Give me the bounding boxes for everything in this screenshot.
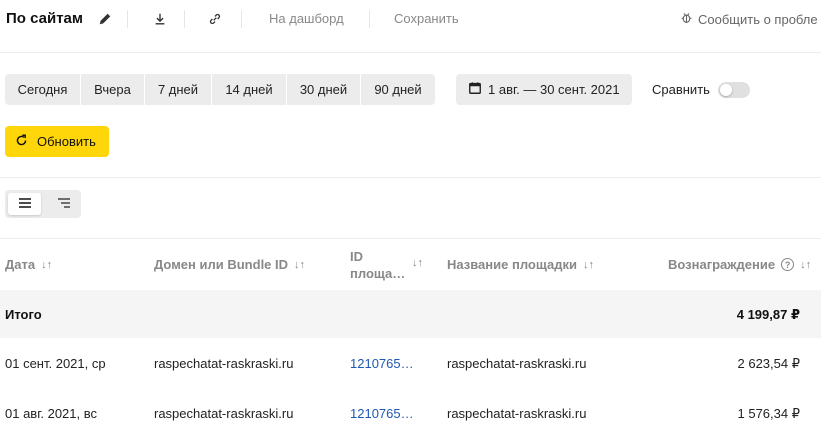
period-14-days-button[interactable]: 14 дней — [212, 74, 287, 105]
sort-icon: ↓↑ — [294, 258, 306, 271]
cell-name: raspechatat-raskraski.ru — [447, 356, 587, 371]
period-30-days-button[interactable]: 30 дней — [287, 74, 361, 105]
table-total-row: Итого 4 199,87 ₽ — [0, 290, 821, 338]
cell-domain: raspechatat-raskraski.ru — [154, 406, 294, 421]
column-header-name[interactable]: Название площадки ↓↑ — [447, 257, 594, 272]
total-reward: 4 199,87 ₽ — [736, 307, 800, 322]
save-button[interactable]: Сохранить — [394, 11, 459, 26]
divider — [0, 238, 821, 239]
sort-icon: ↓↑ — [800, 258, 812, 271]
compare-label: Сравнить — [652, 82, 710, 97]
column-header-reward[interactable]: Вознаграждение ? ↓↑ — [668, 257, 811, 272]
divider — [0, 52, 821, 53]
page-title: По сайтам — [6, 10, 83, 27]
divider — [127, 10, 128, 28]
period-90-days-button[interactable]: 90 дней — [361, 74, 435, 105]
download-icon[interactable] — [152, 11, 168, 27]
date-range-picker[interactable]: 1 авг. — 30 сент. 2021 — [456, 74, 632, 105]
sort-icon: ↓↑ — [582, 258, 594, 271]
cell-date: 01 сент. 2021, ср — [5, 356, 106, 371]
refresh-button[interactable]: Обновить — [5, 126, 109, 157]
sort-icon: ↓↑ — [41, 258, 53, 271]
dashboard-link[interactable]: На дашборд — [269, 11, 344, 26]
toggle-knob — [720, 84, 732, 96]
column-header-id[interactable]: ID площа… — [350, 248, 405, 282]
period-selector: Сегодня Вчера 7 дней 14 дней 30 дней 90 … — [5, 74, 435, 105]
report-problem-button[interactable]: Сообщить о пробле — [680, 11, 818, 27]
help-icon[interactable]: ? — [781, 258, 795, 271]
divider — [184, 10, 185, 28]
divider — [369, 10, 370, 28]
cell-reward: 1 576,34 ₽ — [737, 406, 801, 421]
sort-icon[interactable]: ↓↑ — [412, 257, 423, 269]
period-7-days-button[interactable]: 7 дней — [145, 74, 212, 105]
column-header-domain[interactable]: Домен или Bundle ID ↓↑ — [154, 257, 305, 272]
column-header-date[interactable]: Дата ↓↑ — [5, 257, 52, 272]
calendar-icon — [468, 81, 482, 98]
cell-reward: 2 623,54 ₽ — [737, 356, 801, 371]
tree-view-button[interactable] — [47, 193, 80, 215]
total-label: Итого — [5, 307, 42, 322]
list-view-button[interactable] — [8, 193, 41, 215]
cell-date: 01 авг. 2021, вс — [5, 406, 97, 421]
edit-pencil-icon[interactable] — [97, 11, 113, 27]
bug-icon — [680, 11, 693, 27]
report-problem-label: Сообщить о пробле — [698, 11, 818, 27]
link-icon[interactable] — [207, 11, 223, 27]
period-today-button[interactable]: Сегодня — [5, 74, 81, 105]
cell-name: raspechatat-raskraski.ru — [447, 406, 587, 421]
refresh-label: Обновить — [37, 134, 96, 149]
compare-toggle[interactable] — [718, 82, 750, 98]
divider — [241, 10, 242, 28]
date-range-label: 1 авг. — 30 сент. 2021 — [488, 82, 620, 97]
top-bar: По сайтам На дашборд Сохранить Сообщить … — [0, 0, 821, 38]
cell-domain: raspechatat-raskraski.ru — [154, 356, 294, 371]
divider — [0, 177, 821, 178]
refresh-icon — [15, 133, 28, 150]
period-yesterday-button[interactable]: Вчера — [81, 74, 145, 105]
cell-id-link[interactable]: 1210765… — [350, 406, 414, 421]
list-icon — [18, 197, 32, 212]
tree-list-icon — [57, 197, 71, 212]
view-switcher — [5, 190, 81, 218]
cell-id-link[interactable]: 1210765… — [350, 356, 414, 371]
